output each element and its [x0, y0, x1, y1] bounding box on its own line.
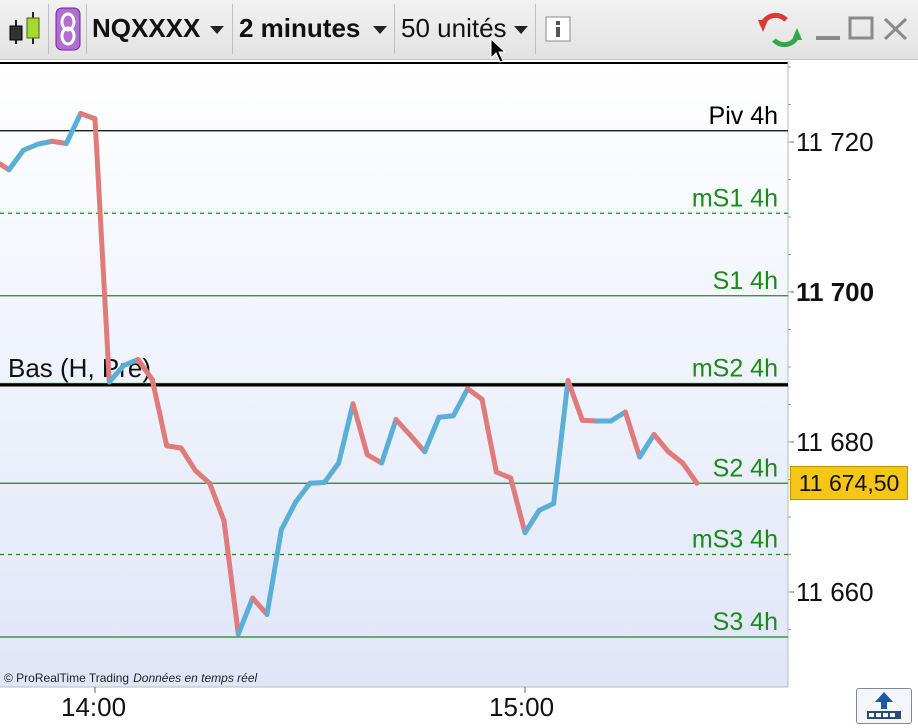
brand-text: © ProRealTime Trading	[4, 671, 130, 685]
upload-icon	[867, 692, 901, 719]
level-label: Piv 4h	[709, 102, 778, 130]
toolbar-separator	[232, 4, 233, 54]
price-tick-label: 11 700	[796, 277, 874, 307]
chart-toolbar: NQXXXX 2 minutes 50 unités	[0, 0, 918, 60]
candlestick-chart-icon[interactable]	[4, 10, 44, 48]
bas-line-label: Bas (H, Pré)	[8, 353, 151, 383]
chevron-down-icon[interactable]	[514, 26, 528, 34]
level-label: mS3 4h	[692, 526, 778, 554]
watermark: © ProRealTime Trading Données en temps ré…	[4, 671, 257, 685]
chevron-down-icon[interactable]	[210, 26, 224, 34]
level-label: S1 4h	[713, 267, 778, 295]
chevron-down-icon[interactable]	[373, 26, 387, 34]
toolbar-separator	[394, 4, 395, 54]
time-axis-ticks	[94, 687, 526, 693]
refresh-icon[interactable]	[756, 10, 804, 50]
close-icon[interactable]	[882, 16, 910, 42]
level-label: S3 4h	[713, 608, 778, 636]
level-label: S2 4h	[713, 454, 778, 482]
mouse-cursor-icon	[490, 38, 506, 63]
info-icon[interactable]	[545, 16, 571, 42]
price-tick-label: 11 720	[796, 127, 874, 157]
maximize-icon[interactable]	[848, 16, 876, 42]
current-price-badge: 11 674,50	[790, 466, 908, 500]
price-axis: 11 720 11 700 11 680 11 660	[788, 66, 874, 630]
link-icon[interactable]	[54, 6, 82, 52]
realtime-text: Données en temps réel	[133, 671, 258, 685]
minimize-icon[interactable]	[814, 18, 842, 42]
scroll-to-latest-button[interactable]	[856, 688, 912, 724]
timeframe-label[interactable]: 2 minutes	[239, 13, 360, 44]
time-tick-label: 14:00	[61, 692, 127, 722]
toolbar-separator	[86, 4, 87, 54]
symbol-label[interactable]: NQXXXX	[92, 13, 200, 44]
time-tick-label: 15:00	[489, 692, 555, 722]
level-label: mS2 4h	[692, 355, 778, 383]
price-chart[interactable]: Piv 4hmS1 4hS1 4hmS2 4hS2 4hmS3 4hS3 4h …	[0, 61, 918, 728]
toolbar-separator	[48, 4, 49, 54]
price-tick-label: 11 680	[796, 427, 874, 457]
level-label: mS1 4h	[692, 184, 778, 212]
toolbar-separator	[535, 4, 536, 54]
price-tick-label: 11 660	[796, 577, 874, 607]
